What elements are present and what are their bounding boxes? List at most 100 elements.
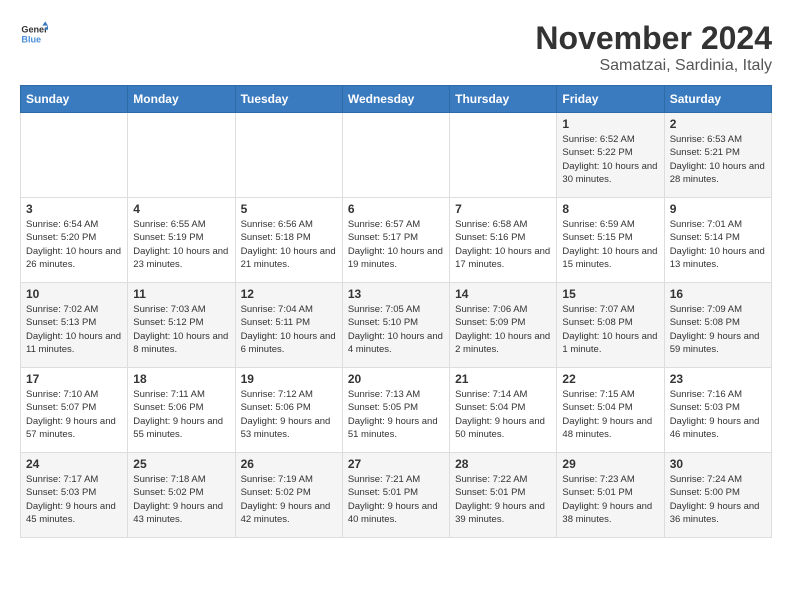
calendar-cell: 13 Sunrise: 7:05 AM Sunset: 5:10 PM Dayli… <box>342 283 449 368</box>
day-info: Sunrise: 6:58 AM Sunset: 5:16 PM Dayligh… <box>455 218 551 271</box>
day-number: 5 <box>241 202 337 216</box>
day-info: Sunrise: 7:23 AM Sunset: 5:01 PM Dayligh… <box>562 473 658 526</box>
day-info: Sunrise: 7:15 AM Sunset: 5:04 PM Dayligh… <box>562 388 658 441</box>
day-number: 4 <box>133 202 229 216</box>
day-info: Sunrise: 7:10 AM Sunset: 5:07 PM Dayligh… <box>26 388 122 441</box>
calendar-week-2: 3 Sunrise: 6:54 AM Sunset: 5:20 PM Daylig… <box>21 198 772 283</box>
day-number: 15 <box>562 287 658 301</box>
calendar-cell: 30Sunrise: 7:24 AM Sunset: 5:00 PM Dayli… <box>664 453 771 538</box>
calendar-week-5: 24 Sunrise: 7:17 AM Sunset: 5:03 PM Dayli… <box>21 453 772 538</box>
day-number: 13 <box>348 287 444 301</box>
calendar-dow-friday: Friday <box>557 86 664 113</box>
calendar-cell <box>235 113 342 198</box>
calendar-cell: 4 Sunrise: 6:55 AM Sunset: 5:19 PM Daylig… <box>128 198 235 283</box>
calendar-body: 1 Sunrise: 6:52 AM Sunset: 5:22 PM Daylig… <box>21 113 772 538</box>
day-info: Sunrise: 7:09 AM Sunset: 5:08 PM Dayligh… <box>670 303 766 356</box>
calendar-cell: 16 Sunrise: 7:09 AM Sunset: 5:08 PM Dayli… <box>664 283 771 368</box>
day-number: 23 <box>670 372 766 386</box>
calendar-cell: 11 Sunrise: 7:03 AM Sunset: 5:12 PM Dayli… <box>128 283 235 368</box>
day-info: Sunrise: 7:02 AM Sunset: 5:13 PM Dayligh… <box>26 303 122 356</box>
day-number: 16 <box>670 287 766 301</box>
day-info: Sunrise: 7:06 AM Sunset: 5:09 PM Dayligh… <box>455 303 551 356</box>
calendar-cell: 1 Sunrise: 6:52 AM Sunset: 5:22 PM Daylig… <box>557 113 664 198</box>
calendar-cell: 25 Sunrise: 7:18 AM Sunset: 5:02 PM Dayli… <box>128 453 235 538</box>
calendar-cell: 20 Sunrise: 7:13 AM Sunset: 5:05 PM Dayli… <box>342 368 449 453</box>
calendar-week-4: 17Sunrise: 7:10 AM Sunset: 5:07 PM Dayli… <box>21 368 772 453</box>
day-number: 20 <box>348 372 444 386</box>
calendar-cell <box>342 113 449 198</box>
day-number: 19 <box>241 372 337 386</box>
day-number: 24 <box>26 457 122 471</box>
day-number: 3 <box>26 202 122 216</box>
day-info: Sunrise: 7:22 AM Sunset: 5:01 PM Dayligh… <box>455 473 551 526</box>
day-info: Sunrise: 7:16 AM Sunset: 5:03 PM Dayligh… <box>670 388 766 441</box>
calendar-cell: 29Sunrise: 7:23 AM Sunset: 5:01 PM Dayli… <box>557 453 664 538</box>
calendar-dow-monday: Monday <box>128 86 235 113</box>
calendar-dow-tuesday: Tuesday <box>235 86 342 113</box>
calendar-dow-sunday: Sunday <box>21 86 128 113</box>
day-number: 25 <box>133 457 229 471</box>
page-header: General Blue November 2024 Samatzai, Sar… <box>20 20 772 75</box>
calendar-cell: 17Sunrise: 7:10 AM Sunset: 5:07 PM Dayli… <box>21 368 128 453</box>
day-info: Sunrise: 7:03 AM Sunset: 5:12 PM Dayligh… <box>133 303 229 356</box>
calendar-cell: 24 Sunrise: 7:17 AM Sunset: 5:03 PM Dayli… <box>21 453 128 538</box>
day-info: Sunrise: 7:18 AM Sunset: 5:02 PM Dayligh… <box>133 473 229 526</box>
calendar-table: SundayMondayTuesdayWednesdayThursdayFrid… <box>20 85 772 538</box>
calendar-cell: 19 Sunrise: 7:12 AM Sunset: 5:06 PM Dayli… <box>235 368 342 453</box>
calendar-dow-thursday: Thursday <box>450 86 557 113</box>
calendar-cell: 10 Sunrise: 7:02 AM Sunset: 5:13 PM Dayli… <box>21 283 128 368</box>
day-number: 6 <box>348 202 444 216</box>
calendar-cell: 27Sunrise: 7:21 AM Sunset: 5:01 PM Dayli… <box>342 453 449 538</box>
calendar-subtitle: Samatzai, Sardinia, Italy <box>535 57 772 75</box>
day-number: 27 <box>348 457 444 471</box>
calendar-cell: 3 Sunrise: 6:54 AM Sunset: 5:20 PM Daylig… <box>21 198 128 283</box>
day-info: Sunrise: 6:59 AM Sunset: 5:15 PM Dayligh… <box>562 218 658 271</box>
day-info: Sunrise: 6:55 AM Sunset: 5:19 PM Dayligh… <box>133 218 229 271</box>
day-number: 26 <box>241 457 337 471</box>
day-number: 7 <box>455 202 551 216</box>
calendar-header-row: SundayMondayTuesdayWednesdayThursdayFrid… <box>21 86 772 113</box>
calendar-cell: 8 Sunrise: 6:59 AM Sunset: 5:15 PM Daylig… <box>557 198 664 283</box>
day-number: 8 <box>562 202 658 216</box>
calendar-cell: 14 Sunrise: 7:06 AM Sunset: 5:09 PM Dayli… <box>450 283 557 368</box>
calendar-cell: 7 Sunrise: 6:58 AM Sunset: 5:16 PM Daylig… <box>450 198 557 283</box>
day-info: Sunrise: 7:04 AM Sunset: 5:11 PM Dayligh… <box>241 303 337 356</box>
day-number: 18 <box>133 372 229 386</box>
day-info: Sunrise: 7:17 AM Sunset: 5:03 PM Dayligh… <box>26 473 122 526</box>
day-number: 10 <box>26 287 122 301</box>
day-number: 12 <box>241 287 337 301</box>
calendar-cell: 12 Sunrise: 7:04 AM Sunset: 5:11 PM Dayli… <box>235 283 342 368</box>
logo-icon: General Blue <box>20 20 48 48</box>
calendar-title: November 2024 <box>535 20 772 57</box>
calendar-cell: 15 Sunrise: 7:07 AM Sunset: 5:08 PM Dayli… <box>557 283 664 368</box>
day-info: Sunrise: 6:53 AM Sunset: 5:21 PM Dayligh… <box>670 133 766 186</box>
calendar-cell: 21Sunrise: 7:14 AM Sunset: 5:04 PM Dayli… <box>450 368 557 453</box>
day-info: Sunrise: 7:12 AM Sunset: 5:06 PM Dayligh… <box>241 388 337 441</box>
calendar-cell <box>128 113 235 198</box>
title-block: November 2024 Samatzai, Sardinia, Italy <box>535 20 772 75</box>
day-number: 14 <box>455 287 551 301</box>
calendar-cell: 2 Sunrise: 6:53 AM Sunset: 5:21 PM Daylig… <box>664 113 771 198</box>
day-info: Sunrise: 6:52 AM Sunset: 5:22 PM Dayligh… <box>562 133 658 186</box>
calendar-cell <box>21 113 128 198</box>
day-number: 2 <box>670 117 766 131</box>
day-info: Sunrise: 7:13 AM Sunset: 5:05 PM Dayligh… <box>348 388 444 441</box>
day-info: Sunrise: 6:54 AM Sunset: 5:20 PM Dayligh… <box>26 218 122 271</box>
day-info: Sunrise: 7:05 AM Sunset: 5:10 PM Dayligh… <box>348 303 444 356</box>
day-number: 11 <box>133 287 229 301</box>
day-info: Sunrise: 6:56 AM Sunset: 5:18 PM Dayligh… <box>241 218 337 271</box>
calendar-cell <box>450 113 557 198</box>
calendar-cell: 23 Sunrise: 7:16 AM Sunset: 5:03 PM Dayli… <box>664 368 771 453</box>
calendar-cell: 18Sunrise: 7:11 AM Sunset: 5:06 PM Dayli… <box>128 368 235 453</box>
calendar-cell: 28 Sunrise: 7:22 AM Sunset: 5:01 PM Dayli… <box>450 453 557 538</box>
day-number: 1 <box>562 117 658 131</box>
calendar-cell: 26Sunrise: 7:19 AM Sunset: 5:02 PM Dayli… <box>235 453 342 538</box>
day-info: Sunrise: 7:07 AM Sunset: 5:08 PM Dayligh… <box>562 303 658 356</box>
day-number: 30 <box>670 457 766 471</box>
day-number: 28 <box>455 457 551 471</box>
day-info: Sunrise: 7:01 AM Sunset: 5:14 PM Dayligh… <box>670 218 766 271</box>
calendar-cell: 22Sunrise: 7:15 AM Sunset: 5:04 PM Dayli… <box>557 368 664 453</box>
day-number: 21 <box>455 372 551 386</box>
calendar-dow-saturday: Saturday <box>664 86 771 113</box>
calendar-week-3: 10 Sunrise: 7:02 AM Sunset: 5:13 PM Dayli… <box>21 283 772 368</box>
